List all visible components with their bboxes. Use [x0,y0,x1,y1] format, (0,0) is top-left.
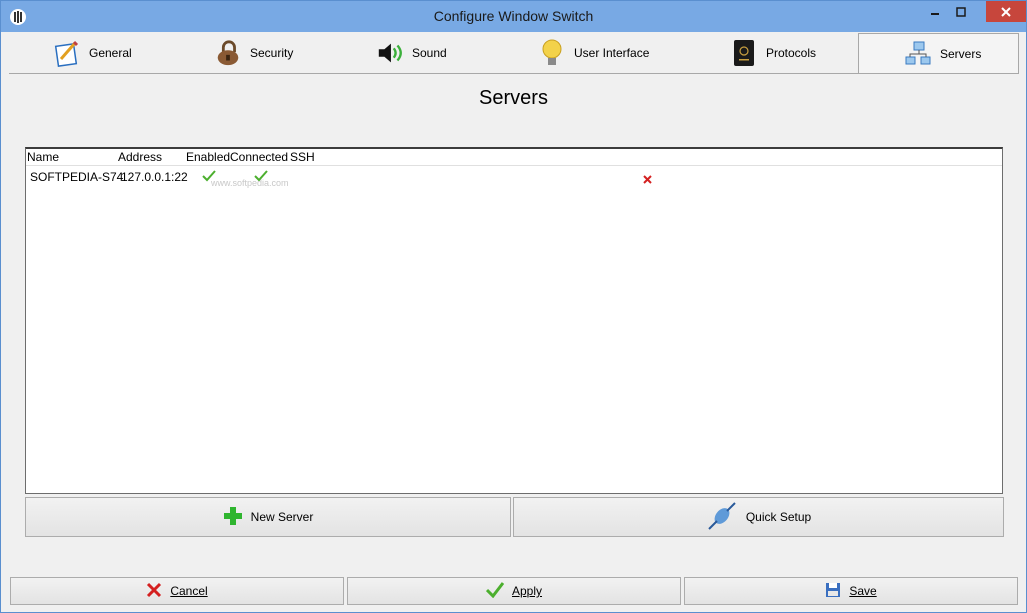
ssh-cross-icon [643,173,652,187]
tab-servers[interactable]: Servers [858,33,1019,73]
tab-label: Servers [940,46,982,61]
tab-protocols[interactable]: Protocols [730,33,816,73]
speaker-icon [376,39,404,67]
server-address: 127.0.0.1:22 [121,170,188,184]
tab-label: Sound [412,46,447,60]
tab-label: Security [250,46,294,60]
column-header-address[interactable]: Address [118,150,162,164]
tab-strip: General Security Sound User Interface Pr… [9,33,1019,73]
column-header-name[interactable]: Name [27,150,59,164]
server-list[interactable]: Name Address Enabled Connected SSH SOFTP… [25,147,1003,494]
apply-label: Apply [511,584,543,598]
column-header-ssh[interactable]: SSH [290,150,315,164]
watermark: www.softpedia.com [211,178,289,188]
apply-check-icon [485,581,505,601]
lightbulb-icon [538,39,566,67]
tab-label: General [89,46,132,60]
list-header: Name Address Enabled Connected SSH [26,149,1002,166]
configure-window: Configure Window Switch General Security [0,0,1027,613]
maximize-button[interactable] [948,1,974,22]
column-header-connected[interactable]: Connected [230,150,288,164]
close-icon [1001,6,1011,17]
cancel-x-icon [146,582,162,601]
save-label: Save [849,584,877,598]
save-button[interactable]: Save [684,577,1018,605]
apply-button[interactable]: Apply [347,577,681,605]
server-name: SOFTPEDIA-S74 [30,170,124,184]
close-button[interactable] [986,1,1026,22]
new-server-button[interactable]: New Server [25,497,511,537]
padlock-icon [214,39,242,67]
tab-user-interface[interactable]: User Interface [538,33,649,73]
passport-icon [730,39,758,67]
network-icon [904,40,932,68]
tab-general[interactable]: General [53,33,132,73]
cancel-label: Cancel [170,584,208,598]
tab-label: Protocols [766,46,817,60]
tab-sound[interactable]: Sound [376,33,447,73]
plus-icon [223,506,243,529]
new-server-label: New Server [250,510,314,524]
page-title: Servers [479,87,548,109]
pencil-paper-icon [53,39,81,67]
server-row[interactable]: SOFTPEDIA-S74 127.0.0.1:22 [26,168,1002,186]
floppy-disk-icon [825,582,841,601]
window-title: Configure Window Switch [433,8,594,24]
plug-icon [706,501,738,534]
column-header-enabled[interactable]: Enabled [186,150,230,164]
tab-security[interactable]: Security [214,33,293,73]
title-bar[interactable]: Configure Window Switch [1,1,1026,32]
quick-setup-label: Quick Setup [745,510,812,524]
tab-divider [9,73,1019,74]
quick-setup-button[interactable]: Quick Setup [513,497,1004,537]
cancel-button[interactable]: Cancel [10,577,344,605]
minimize-button[interactable] [922,1,948,22]
tab-label: User Interface [574,46,650,60]
